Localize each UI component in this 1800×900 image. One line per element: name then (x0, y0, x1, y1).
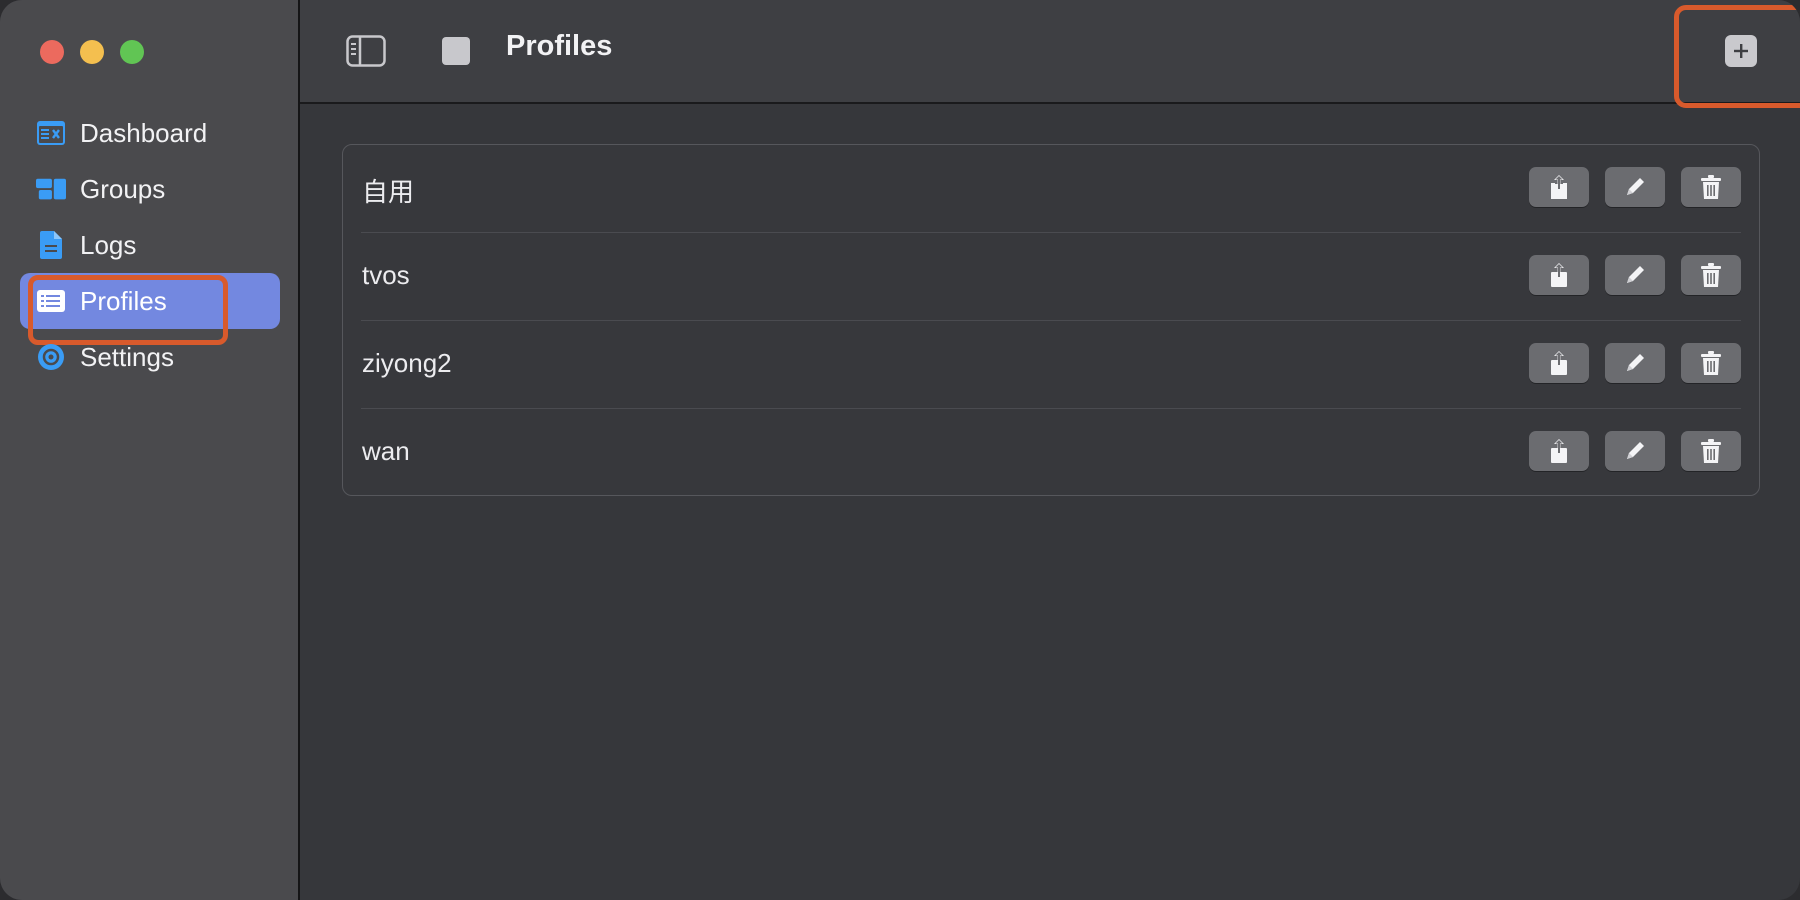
delete-button[interactable] (1681, 431, 1741, 471)
list-item: tvos (343, 233, 1759, 321)
sidebar-item-label: Groups (80, 173, 166, 204)
row-actions (1529, 343, 1741, 383)
delete-button[interactable] (1681, 167, 1741, 207)
list-icon (36, 286, 66, 316)
share-button[interactable] (1529, 167, 1589, 207)
list-item: wan (343, 409, 1759, 497)
delete-button[interactable] (1681, 255, 1741, 295)
toolbar: Profiles (300, 0, 1800, 108)
sidebar-item-dashboard[interactable]: Dashboard (20, 105, 280, 161)
sidebar-item-logs[interactable]: Logs (20, 217, 280, 273)
delete-button[interactable] (1681, 343, 1741, 383)
stop-square-icon[interactable] (442, 37, 470, 65)
dashboard-icon (36, 118, 66, 148)
zoom-window-button[interactable] (120, 40, 144, 64)
profile-name: ziyong2 (362, 348, 452, 378)
sidebar-toggle-icon (346, 35, 386, 67)
sidebar-item-label: Settings (80, 341, 174, 372)
share-icon (1551, 263, 1567, 287)
page-title: Profiles (506, 30, 613, 62)
list-item: 自用 (343, 145, 1759, 233)
trash-icon (1701, 263, 1721, 287)
edit-pencil-icon (1627, 442, 1644, 459)
groups-icon (36, 174, 66, 204)
edit-button[interactable] (1605, 167, 1665, 207)
sidebar-item-label: Profiles (80, 285, 167, 316)
share-icon (1551, 351, 1567, 375)
edit-button[interactable] (1605, 255, 1665, 295)
trash-icon (1701, 439, 1721, 463)
close-window-button[interactable] (40, 40, 64, 64)
share-button[interactable] (1529, 431, 1589, 471)
sidebar-item-settings[interactable]: Settings (20, 329, 280, 385)
row-actions (1529, 431, 1741, 471)
sidebar-nav: Dashboard Groups Logs Profiles Settings (20, 105, 280, 385)
main-content: Profiles 自用 tvos ziyong2 wan (300, 0, 1800, 900)
profile-name: wan (362, 436, 410, 466)
sidebar-item-profiles[interactable]: Profiles (20, 273, 280, 345)
list-item: ziyong2 (343, 321, 1759, 409)
sidebar: Dashboard Groups Logs Profiles Settings (0, 0, 300, 900)
edit-pencil-icon (1627, 354, 1644, 371)
sidebar-item-groups[interactable]: Groups (20, 161, 280, 217)
profile-name: 自用 (362, 177, 415, 207)
gear-icon (36, 342, 66, 372)
add-profile-button[interactable] (1725, 35, 1757, 67)
edit-pencil-icon (1627, 266, 1644, 283)
minimize-window-button[interactable] (80, 40, 104, 64)
trash-icon (1701, 175, 1721, 199)
plus-icon (1734, 44, 1748, 58)
edit-button[interactable] (1605, 431, 1665, 471)
edit-pencil-icon (1627, 178, 1644, 195)
share-icon (1551, 175, 1567, 199)
edit-button[interactable] (1605, 343, 1665, 383)
sidebar-toggle-button[interactable] (346, 35, 386, 67)
profile-name: tvos (362, 260, 410, 290)
profiles-list: 自用 tvos ziyong2 wan (342, 144, 1760, 496)
row-actions (1529, 255, 1741, 295)
share-button[interactable] (1529, 343, 1589, 383)
trash-icon (1701, 351, 1721, 375)
share-icon (1551, 439, 1567, 463)
sidebar-item-label: Logs (80, 229, 137, 260)
window-controls (40, 40, 144, 64)
document-icon (36, 230, 66, 260)
app-window: Dashboard Groups Logs Profiles Settings … (0, 0, 1800, 900)
sidebar-item-label: Dashboard (80, 117, 208, 148)
share-button[interactable] (1529, 255, 1589, 295)
row-actions (1529, 167, 1741, 207)
